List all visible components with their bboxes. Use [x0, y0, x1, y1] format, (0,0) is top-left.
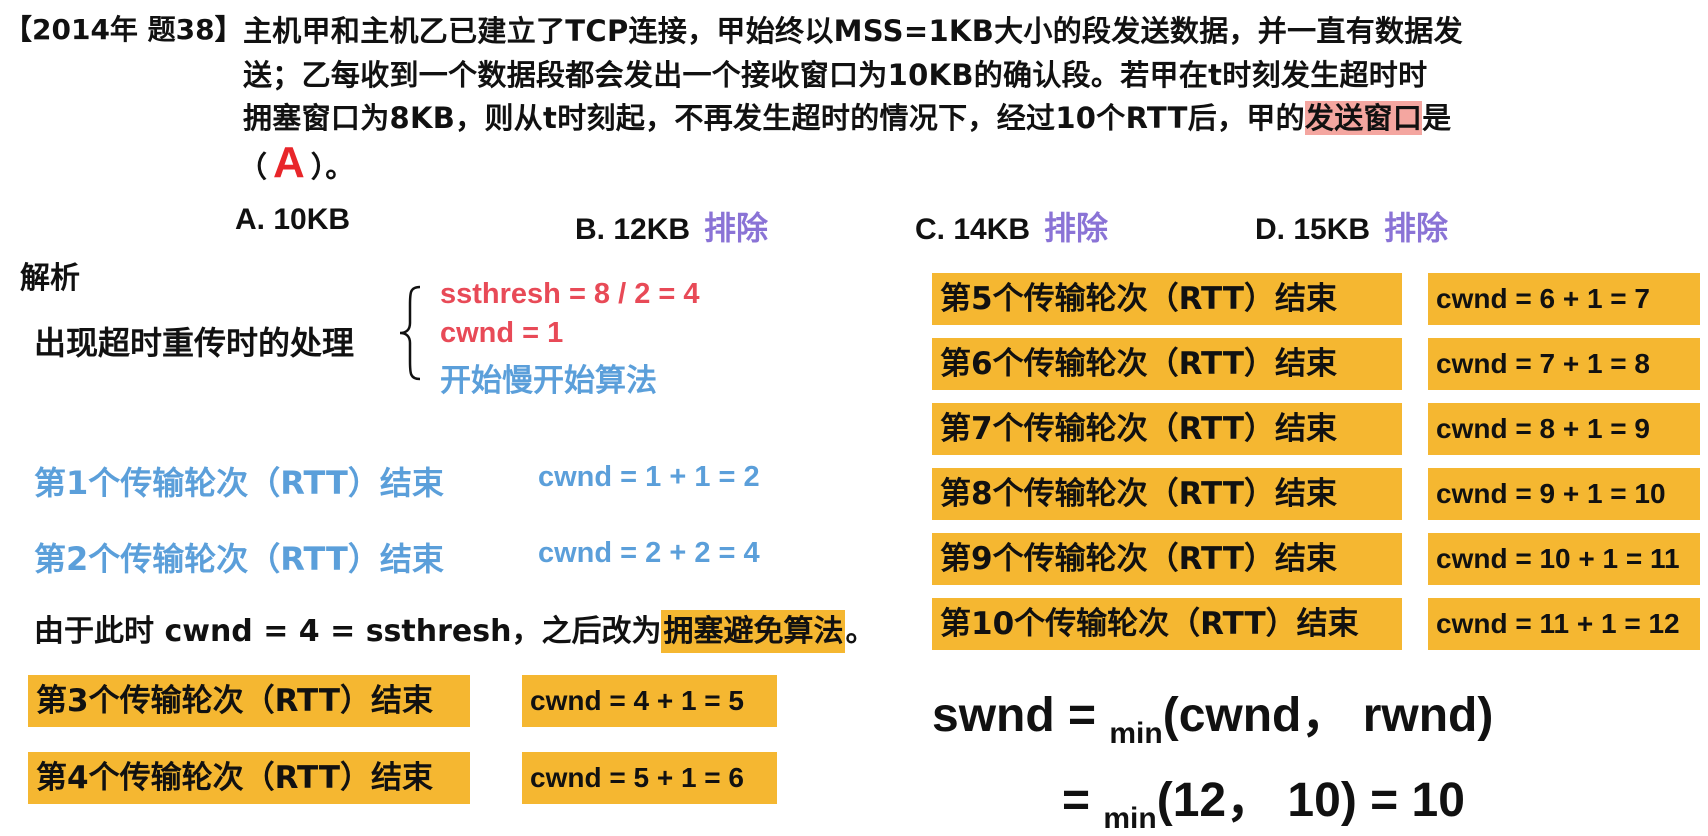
- swnd-lhs: swnd =: [932, 689, 1110, 742]
- round-1-label: 第1个传输轮次（RTT）结束: [34, 464, 444, 502]
- round-3-cwnd: cwnd = 4 + 1 = 5: [522, 675, 777, 727]
- round-6-cwnd: cwnd = 7 + 1 = 8: [1428, 338, 1700, 390]
- question-line-3-suffix: 是: [1422, 101, 1452, 135]
- send-window-highlight: 发送窗口: [1304, 101, 1423, 135]
- option-c-label: C. 14KB: [915, 213, 1031, 246]
- swnd-formula-line-1: swnd = min(cwnd， rwnd): [932, 675, 1493, 751]
- option-d-excluded: 排除: [1384, 210, 1449, 246]
- round-1-cwnd: cwnd = 1 + 1 = 2: [538, 461, 760, 493]
- swnd-eq: =: [1062, 774, 1104, 827]
- round-2-cwnd: cwnd = 2 + 2 = 4: [538, 537, 760, 569]
- option-a-label: A. 10KB: [235, 203, 351, 236]
- round-4-cwnd: cwnd = 5 + 1 = 6: [522, 752, 777, 804]
- answer-open: （: [238, 150, 268, 184]
- round-8-label: 第8个传输轮次（RTT）结束: [932, 468, 1402, 520]
- round-5-cwnd: cwnd = 6 + 1 = 7: [1428, 273, 1700, 325]
- min-subscript-2: min: [1103, 802, 1157, 835]
- swnd-result: (12， 10) = 10: [1156, 774, 1465, 827]
- answer-letter: A: [273, 138, 305, 187]
- ssthresh-step: ssthresh = 8 / 2 = 4: [440, 278, 700, 310]
- analysis-heading: 解析: [20, 261, 80, 296]
- option-a: A. 10KB: [235, 203, 350, 237]
- round-7-cwnd: cwnd = 8 + 1 = 9: [1428, 403, 1700, 455]
- curly-brace-icon: [399, 285, 421, 381]
- option-d-label: D. 15KB: [1255, 213, 1371, 246]
- round-4-label: 第4个传输轮次（RTT）结束: [28, 752, 470, 804]
- timeout-handling-label: 出现超时重传时的处理: [34, 324, 355, 362]
- round-10-cwnd: cwnd = 11 + 1 = 12: [1428, 598, 1700, 650]
- round-6-label: 第6个传输轮次（RTT）结束: [932, 338, 1402, 390]
- question-tag: 【2014年 题38】: [4, 13, 243, 46]
- question-line-3: 拥塞窗口为8KB，则从t时刻起，不再发生超时的情况下，经过10个RTT后，甲的发…: [243, 95, 1451, 137]
- option-d: D. 15KB 排除: [1255, 203, 1448, 249]
- option-b: B. 12KB 排除: [575, 203, 768, 249]
- question-line-1: 主机甲和主机乙已建立了TCP连接，甲始终以MSS=1KB大小的段发送数据，并一直…: [243, 14, 1463, 48]
- option-b-label: B. 12KB: [575, 213, 691, 246]
- congestion-avoidance-note: 由于此时 cwnd = 4 = ssthresh，之后改为拥塞避免算法。: [34, 606, 876, 653]
- slow-start-step: 开始慢开始算法: [440, 363, 657, 399]
- round-9-label: 第9个传输轮次（RTT）结束: [932, 533, 1402, 585]
- swnd-formula-line-2: = min(12， 10) = 10: [1062, 760, 1465, 836]
- swnd-rhs: (cwnd， rwnd): [1162, 689, 1494, 742]
- round-10-label: 第10个传输轮次（RTT）结束: [932, 598, 1402, 650]
- option-c-excluded: 排除: [1044, 210, 1109, 246]
- min-subscript-1: min: [1109, 717, 1163, 750]
- cwnd-reset-step: cwnd = 1: [440, 317, 564, 349]
- round-8-cwnd: cwnd = 9 + 1 = 10: [1428, 468, 1700, 520]
- note-prefix: 由于此时 cwnd = 4 = ssthresh，之后改为: [34, 614, 662, 649]
- congestion-avoidance-highlight: 拥塞避免算法: [661, 610, 846, 653]
- note-suffix: 。: [845, 614, 876, 649]
- question-line-3-prefix: 拥塞窗口为8KB，则从t时刻起，不再发生超时的情况下，经过10个RTT后，甲的: [243, 101, 1305, 135]
- answer-line: （A）。: [238, 138, 354, 188]
- question-line-2: 送；乙每收到一个数据段都会发出一个接收窗口为10KB的确认段。若甲在t时刻发生超…: [243, 58, 1428, 92]
- option-b-excluded: 排除: [704, 210, 769, 246]
- round-3-label: 第3个传输轮次（RTT）结束: [28, 675, 470, 727]
- round-7-label: 第7个传输轮次（RTT）结束: [932, 403, 1402, 455]
- option-c: C. 14KB 排除: [915, 203, 1108, 249]
- answer-close: ）。: [310, 150, 355, 184]
- round-2-label: 第2个传输轮次（RTT）结束: [34, 540, 444, 578]
- round-5-label: 第5个传输轮次（RTT）结束: [932, 273, 1402, 325]
- round-9-cwnd: cwnd = 10 + 1 = 11: [1428, 533, 1700, 585]
